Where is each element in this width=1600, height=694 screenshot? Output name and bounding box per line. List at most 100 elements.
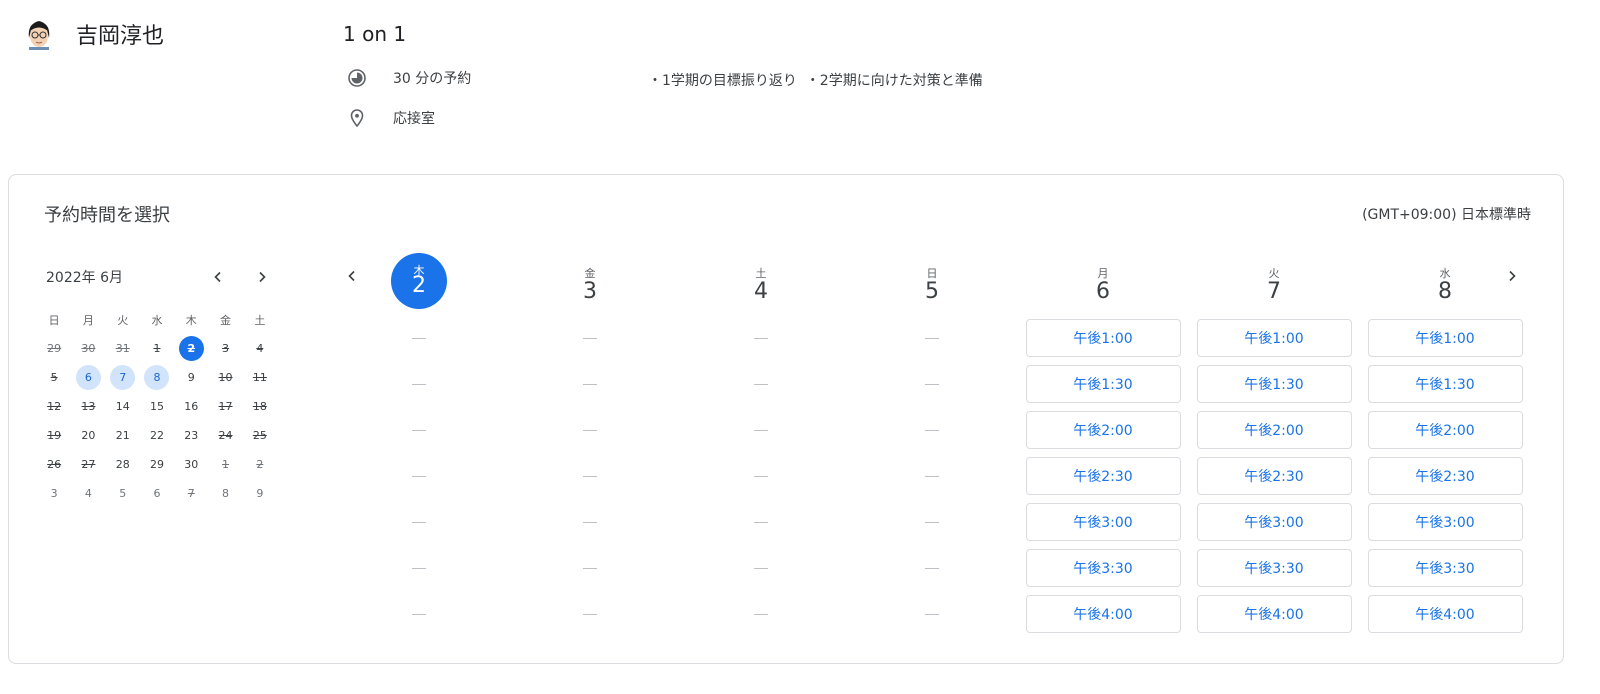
mini-calendar-week: 26 27 28 29 30 1 2 xyxy=(37,450,277,479)
unavailable-slot-dash xyxy=(684,457,839,495)
mini-calendar-day[interactable]: 8 xyxy=(144,365,170,390)
unavailable-slot-dash xyxy=(855,457,1010,495)
mini-calendar-cell: 15 xyxy=(140,394,174,419)
day-number: 3 xyxy=(583,279,597,304)
time-slot-button[interactable]: 午後1:30 xyxy=(1367,365,1523,403)
time-slot-button[interactable]: 午後1:00 xyxy=(1367,319,1523,357)
time-slot-list xyxy=(684,319,839,633)
unavailable-slot-dash xyxy=(684,411,839,449)
timezone-label[interactable]: (GMT+09:00) 日本標準時 xyxy=(1362,204,1531,224)
host-name: 吉岡淳也 xyxy=(76,24,165,49)
mini-calendar-cell: 4 xyxy=(243,336,277,361)
event-description: ・1学期の目標振り返り ・2学期に向けた対策と準備 xyxy=(648,73,983,89)
mini-calendar-next-button[interactable] xyxy=(250,265,274,289)
time-slot-list: 午後1:00 午後1:30 午後2:00 午後2:30 午後3:00 午後3:30 午後4:… xyxy=(1196,319,1352,633)
day-column: 月 6 午後1:00 午後1:30 午後2:00 午後2:30 午後3:00 午後3:30 午後… xyxy=(1025,253,1181,641)
mini-calendar-week: 29 30 31 1 2 3 4 xyxy=(37,334,277,363)
mini-calendar-cell: 31 xyxy=(106,336,140,361)
mini-calendar-day: 21 xyxy=(115,429,130,442)
day-header: 日5 xyxy=(855,253,1010,315)
time-slot-button[interactable]: 午後4:00 xyxy=(1367,595,1523,633)
mini-calendar-cell: 16 xyxy=(174,394,208,419)
time-slot-button[interactable]: 午後1:30 xyxy=(1196,365,1352,403)
mini-calendar-day: 27 xyxy=(81,458,96,471)
mini-calendar-cell: 30 xyxy=(71,336,105,361)
mini-calendar-day: 29 xyxy=(47,342,62,355)
mini-calendar-cell: 4 xyxy=(71,481,105,506)
time-slot-button[interactable]: 午後1:30 xyxy=(1025,365,1181,403)
mini-calendar-month: 2022年 6月 xyxy=(46,270,123,286)
time-slot-button[interactable]: 午後2:00 xyxy=(1196,411,1352,449)
time-slot-button[interactable]: 午後1:00 xyxy=(1025,319,1181,357)
mini-calendar-prev-button[interactable] xyxy=(206,265,230,289)
mini-calendar-cell: 29 xyxy=(37,336,71,361)
mini-calendar-cell: 18 xyxy=(243,394,277,419)
mini-calendar-cell: 27 xyxy=(71,452,105,477)
time-slot-button[interactable]: 午後3:30 xyxy=(1367,549,1523,587)
mini-calendar-day[interactable]: 2 xyxy=(178,336,204,361)
day-column: 木2 xyxy=(342,253,497,641)
mini-calendar-week: 12 13 14 15 16 17 18 xyxy=(37,392,277,421)
mini-calendar-day: 22 xyxy=(149,429,164,442)
weekday-label: 火 xyxy=(117,313,129,327)
mini-calendar-cell: 7 xyxy=(174,481,208,506)
unavailable-slot-dash xyxy=(855,319,1010,357)
mini-calendar-cell: 10 xyxy=(208,365,242,390)
day-column: 金3 xyxy=(513,253,668,641)
mini-calendar-day: 9 xyxy=(256,487,264,500)
weekday-label: 日 xyxy=(48,313,60,327)
mini-calendar-cell: 21 xyxy=(106,423,140,448)
mini-calendar-day: 15 xyxy=(149,400,164,413)
mini-calendar-cell: 9 xyxy=(174,365,208,390)
mini-calendar-day: 1 xyxy=(222,458,230,471)
time-slot-button[interactable]: 午後2:30 xyxy=(1196,457,1352,495)
mini-calendar-cell: 3 xyxy=(37,481,71,506)
time-slot-button[interactable]: 午後2:00 xyxy=(1367,411,1523,449)
mini-calendar-day: 13 xyxy=(81,400,96,413)
mini-calendar-day: 10 xyxy=(218,371,233,384)
day-column: 水 8 午後1:00 午後1:30 午後2:00 午後2:30 午後3:00 午後3:30 午後… xyxy=(1367,253,1523,641)
mini-calendar-weekdays: 日月火水木金土 xyxy=(37,305,277,334)
mini-calendar-day: 29 xyxy=(149,458,164,471)
location-pin-icon xyxy=(347,108,367,128)
time-slot-button[interactable]: 午後4:00 xyxy=(1196,595,1352,633)
time-slot-button[interactable]: 午後3:00 xyxy=(1025,503,1181,541)
mini-calendar-grid: 日月火水木金土 29 30 31 1 2 3 4 5 6 7 8 9 10 11 12 13 14 15 16 17 18… xyxy=(37,305,277,508)
unavailable-slot-dash xyxy=(342,503,497,541)
selected-day-circle[interactable]: 木2 xyxy=(391,253,447,309)
mini-calendar-cell: 3 xyxy=(208,336,242,361)
time-slot-button[interactable]: 午後2:30 xyxy=(1025,457,1181,495)
mini-calendar-day[interactable]: 7 xyxy=(110,365,136,390)
time-slot-list xyxy=(342,319,497,633)
time-slot-button[interactable]: 午後3:30 xyxy=(1196,549,1352,587)
mini-calendar-day[interactable]: 6 xyxy=(75,365,101,390)
time-slot-button[interactable]: 午後3:00 xyxy=(1196,503,1352,541)
mini-calendar-cell: 13 xyxy=(71,394,105,419)
time-slot-button[interactable]: 午後1:00 xyxy=(1196,319,1352,357)
mini-calendar-day: 16 xyxy=(184,400,199,413)
mini-calendar-day: 7 xyxy=(187,487,195,500)
location-row: 応接室 xyxy=(347,108,435,128)
location-text: 応接室 xyxy=(393,111,435,127)
time-slot-button[interactable]: 午後2:00 xyxy=(1025,411,1181,449)
day-header: 木2 xyxy=(342,253,497,315)
unavailable-slot-dash xyxy=(513,595,668,633)
time-slot-button[interactable]: 午後3:00 xyxy=(1367,503,1523,541)
mini-calendar-day: 11 xyxy=(252,371,267,384)
time-slot-button[interactable]: 午後3:30 xyxy=(1025,549,1181,587)
day-column: 土4 xyxy=(684,253,839,641)
day-number: 7 xyxy=(1267,279,1281,304)
time-slot-button[interactable]: 午後4:00 xyxy=(1025,595,1181,633)
weekday-label: 水 xyxy=(151,313,163,327)
avatar xyxy=(25,18,53,50)
mini-calendar-day: 8 xyxy=(222,487,230,500)
unavailable-slot-dash xyxy=(342,411,497,449)
weekday-label: 月 xyxy=(82,313,94,327)
booking-card: 予約時間を選択 (GMT+09:00) 日本標準時 2022年 6月 日 月 火 水 木… xyxy=(8,174,1564,664)
day-number: 4 xyxy=(754,279,768,304)
time-slot-button[interactable]: 午後2:30 xyxy=(1367,457,1523,495)
mini-calendar-day: 3 xyxy=(222,342,230,355)
mini-calendar-cell: 14 xyxy=(106,394,140,419)
unavailable-slot-dash xyxy=(513,549,668,587)
unavailable-slot-dash xyxy=(855,411,1010,449)
